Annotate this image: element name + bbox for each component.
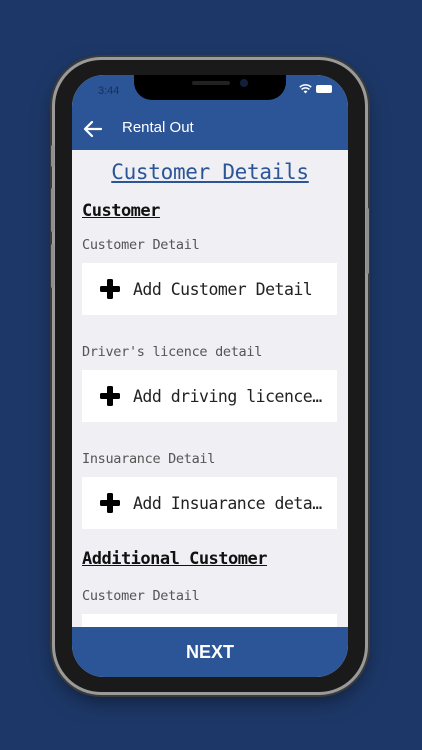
next-button[interactable]: NEXT <box>72 627 348 677</box>
add-insurance-detail-button[interactable]: Add Insuarance detail <box>82 477 337 529</box>
front-camera <box>240 79 248 87</box>
wifi-icon <box>299 84 312 94</box>
drivers-licence-label: Driver's licence detail <box>82 344 263 360</box>
page-title: Customer Details <box>111 160 309 184</box>
add-additional-customer-detail-button[interactable] <box>82 614 337 627</box>
app-bar: 3:44 Rental Out <box>72 75 348 150</box>
phone-volume-up-button <box>51 188 54 232</box>
plus-icon <box>100 279 120 299</box>
section-heading-additional-customer: Additional Customer <box>82 549 267 569</box>
form-content[interactable]: Customer Details Customer Customer Detai… <box>72 150 348 627</box>
phone-volume-down-button <box>51 244 54 288</box>
insurance-detail-label: Insuarance Detail <box>82 451 216 467</box>
status-time: 3:44 <box>98 85 120 97</box>
app-bar-title: Rental Out <box>122 119 194 136</box>
section-heading-customer: Customer <box>82 201 160 221</box>
battery-icon <box>316 85 332 93</box>
add-customer-detail-button[interactable]: Add Customer Detail <box>82 263 337 315</box>
add-insurance-detail-label: Add Insuarance detail <box>133 493 323 513</box>
additional-customer-detail-label: Customer Detail <box>82 588 200 604</box>
system-icons <box>299 84 332 94</box>
speaker-grille <box>192 81 230 85</box>
plus-icon <box>100 386 120 406</box>
plus-icon <box>100 493 120 513</box>
phone-power-button <box>366 208 369 274</box>
add-driving-licence-button[interactable]: Add driving licence… <box>82 370 337 422</box>
notch <box>134 75 286 100</box>
customer-detail-label: Customer Detail <box>82 237 200 253</box>
phone-silent-switch <box>51 145 54 167</box>
status-bar: 3:44 <box>72 75 348 107</box>
arrow-left-icon[interactable] <box>82 118 104 140</box>
phone-frame: 3:44 Rental Out Customer Details Custome… <box>51 60 369 692</box>
phone-screen: 3:44 Rental Out Customer Details Custome… <box>72 75 348 677</box>
add-driving-licence-label: Add driving licence… <box>133 386 322 406</box>
add-customer-detail-label: Add Customer Detail <box>133 279 313 299</box>
